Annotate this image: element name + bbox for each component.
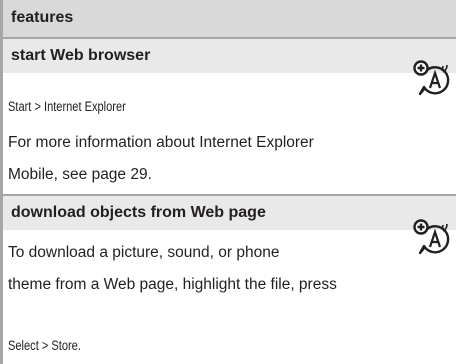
section-title: download objects from Web page — [11, 204, 266, 221]
features-table: features start Web browser Start > Inter… — [0, 0, 456, 364]
section-start-browser-heading: start Web browser — [3, 39, 456, 73]
menu-path: Start > Internet Explorer — [8, 99, 126, 114]
section-title: start Web browser — [11, 47, 151, 64]
network-feature-icon — [412, 58, 452, 98]
section-description: For more information about Internet Expl… — [8, 134, 314, 183]
menu-path: Select > Store. — [8, 338, 81, 353]
header-title: features — [11, 9, 74, 26]
table-header: features — [3, 0, 456, 37]
section-download-heading: download objects from Web page — [3, 196, 456, 230]
section-description: To download a picture, sound, or phone t… — [8, 244, 337, 293]
